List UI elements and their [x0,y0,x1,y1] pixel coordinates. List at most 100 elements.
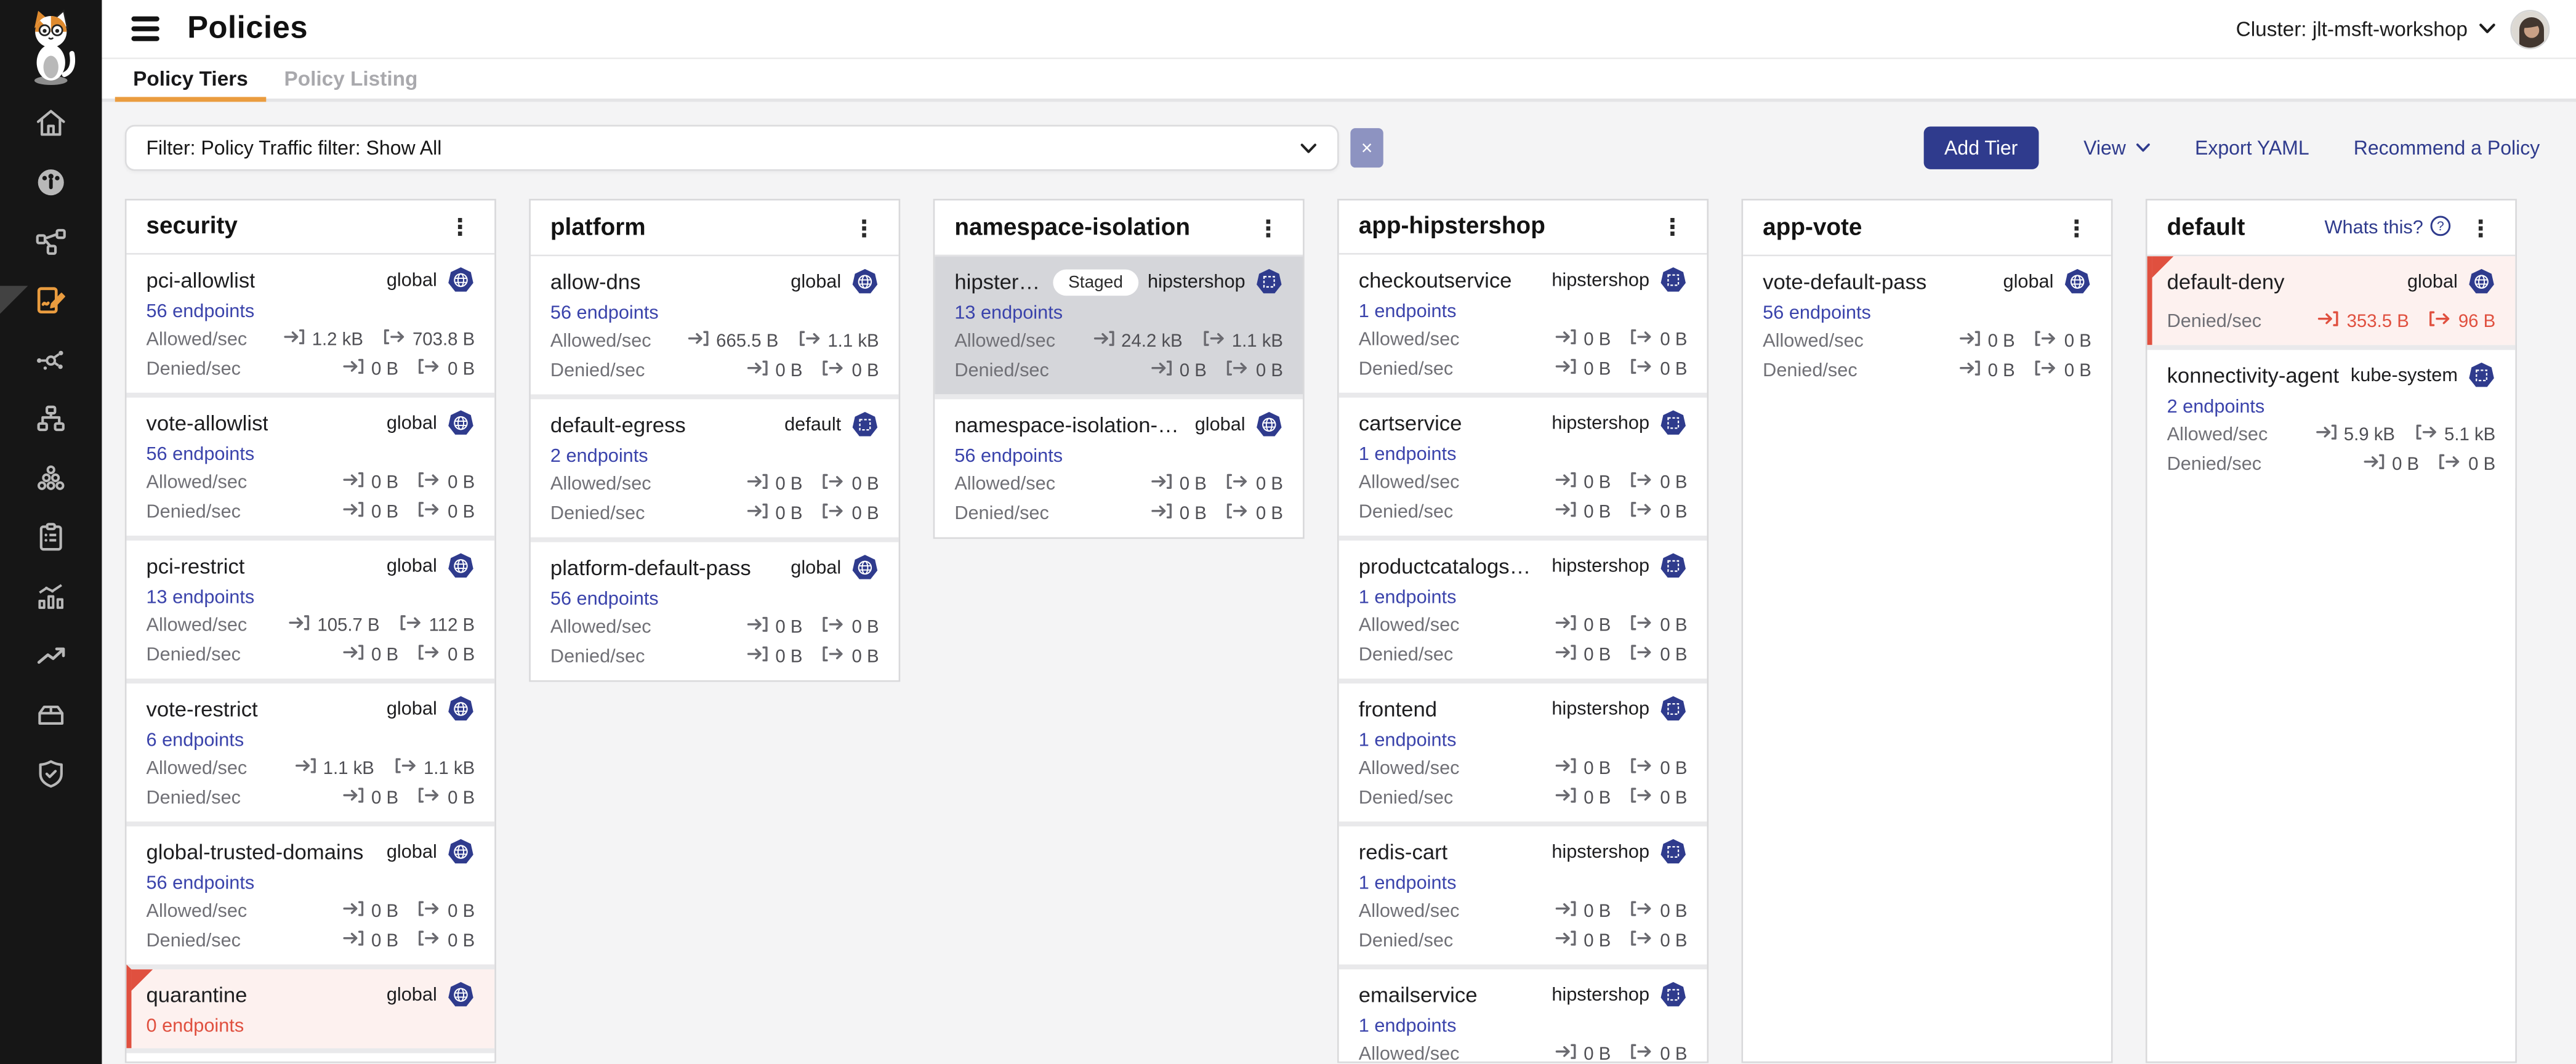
endpoints-link[interactable]: 13 endpoints [954,302,1063,325]
policy-card[interactable]: cartservicehipstershop1 endpointsAllowed… [1339,393,1707,536]
egress-value: 0 B [1630,358,1687,383]
endpoints-link[interactable]: 56 endpoints [146,873,254,895]
stat-label: Denied/sec [550,360,645,384]
policy-card[interactable]: pci-allowlistglobal56 endpointsAllowed/s… [126,255,494,393]
endpoints-link[interactable]: 1 endpoints [1359,587,1457,610]
egress-amount: 0 B [1256,473,1283,498]
export-yaml-button[interactable]: Export YAML [2195,136,2309,159]
endpoints-link[interactable]: 2 endpoints [2167,396,2265,419]
policy-name: quarantine [146,981,247,1008]
policy-card[interactable]: redis-carthipstershop1 endpointsAllowed/… [1339,821,1707,964]
tier-cards: pci-allowlistglobal56 endpointsAllowed/s… [126,255,494,1063]
policy-card[interactable]: productcatalogservicehipstershop1 endpoi… [1339,536,1707,679]
endpoints-link[interactable]: 56 endpoints [954,445,1063,468]
sidebar-item-home[interactable] [0,97,102,156]
policy-card[interactable]: checkoutservicehipstershop1 endpointsAll… [1339,255,1707,393]
stat-label: Denied/sec [2167,310,2262,335]
policy-scope-group: hipstershop [1552,695,1687,723]
traffic-stat-row: Allowed/sec0 B0 B [550,473,879,498]
sidebar-item-shield[interactable] [0,748,102,807]
endpoints-link[interactable]: 1 endpoints [1359,443,1457,466]
policy-traffic-filter-select[interactable]: Filter: Policy Traffic filter: Show All [125,125,1339,171]
policy-card[interactable]: frontendhipstershop1 endpointsAllowed/se… [1339,679,1707,821]
policy-card[interactable]: hipstershop-gh…Stagedhipstershop13 endpo… [935,256,1303,394]
sidebar-item-hierarchy[interactable] [0,393,102,452]
egress-value: 0 B [2439,453,2495,478]
tier-menu-icon[interactable]: ⋮ [850,216,879,239]
user-avatar[interactable] [2510,9,2550,49]
egress-amount: 0 B [448,501,475,526]
policy-card[interactable]: allow-dnsglobal56 endpointsAllowed/sec66… [531,256,899,394]
hamburger-menu-icon[interactable] [128,14,163,43]
sidebar-item-service-graph[interactable] [0,216,102,275]
ingress-amount: 0 B [2392,453,2419,478]
sidebar-item-trend[interactable] [0,629,102,688]
policy-scope-group: kube-system [2351,361,2495,389]
namespace-scope-icon [1659,981,1687,1009]
policy-card[interactable]: security-default-passglobal [126,1048,494,1063]
calico-cat-logo[interactable] [0,0,102,92]
policy-scope-group: hipstershop [1552,266,1687,294]
tab-policy-tiers[interactable]: Policy Tiers [115,59,266,102]
policy-card[interactable]: vote-allowlistglobal56 endpointsAllowed/… [126,393,494,536]
endpoints-link[interactable]: 0 endpoints [146,1015,244,1038]
tier-menu-icon[interactable]: ⋮ [2466,216,2495,239]
ingress-icon [746,646,768,671]
ingress-icon [1958,330,1981,355]
clear-filter-button[interactable]: × [1350,128,1383,167]
stat-label: Allowed/sec [1359,472,1460,496]
tab-policy-listing[interactable]: Policy Listing [266,59,436,102]
sidebar-item-dashboard[interactable] [0,156,102,215]
endpoints-link[interactable]: 6 endpoints [146,730,244,752]
add-tier-button[interactable]: Add Tier [1923,126,2039,169]
egress-icon [822,646,845,671]
endpoints-link[interactable]: 1 endpoints [1359,730,1457,752]
namespace-scope-icon [1659,409,1687,437]
endpoints-link[interactable]: 2 endpoints [550,445,648,468]
globe-scope-icon [1255,411,1283,438]
cluster-selector[interactable]: Cluster: jlt-msft-workshop [2236,17,2496,40]
policy-card[interactable]: vote-restrictglobal6 endpointsAllowed/se… [126,679,494,821]
view-menu-button[interactable]: View [2083,136,2151,159]
help-icon: ? [2430,214,2452,241]
sidebar-item-bar-chart[interactable] [0,570,102,629]
endpoints-link[interactable]: 56 endpoints [1763,302,1871,325]
policy-card[interactable]: konnectivity-agentkube-system2 endpoints… [2147,345,2516,488]
tier-menu-icon[interactable]: ⋮ [1657,216,1687,238]
ingress-value: 0 B [1958,330,2015,355]
policy-card[interactable]: pci-restrictglobal13 endpointsAllowed/se… [126,536,494,679]
policy-card[interactable]: global-trusted-domainsglobal56 endpoints… [126,821,494,964]
egress-icon [822,360,845,384]
ingress-value: 0 B [746,646,802,671]
stat-values: 0 B0 B [1554,787,1687,812]
endpoints-link[interactable]: 56 endpoints [550,302,659,325]
endpoints-link[interactable]: 56 endpoints [146,443,254,466]
endpoints-link[interactable]: 1 endpoints [1359,300,1457,323]
endpoints-link[interactable]: 1 endpoints [1359,1015,1457,1038]
tier-menu-icon[interactable]: ⋮ [2062,216,2091,239]
endpoints-link[interactable]: 13 endpoints [146,587,254,610]
policy-card[interactable]: quarantineglobal0 endpoints [126,964,494,1048]
policy-card[interactable]: platform-default-passglobal56 endpointsA… [531,538,899,680]
ingress-icon [1958,360,1981,384]
tier-menu-icon[interactable]: ⋮ [445,216,475,238]
egress-amount: 96 B [2458,310,2495,335]
policy-card[interactable]: emailservicehipstershop1 endpointsAllowe… [1339,964,1707,1063]
endpoints-link[interactable]: 56 endpoints [550,588,659,611]
sidebar-item-cluster[interactable] [0,452,102,511]
endpoints-link[interactable]: 1 endpoints [1359,873,1457,895]
endpoints-link[interactable]: 56 endpoints [146,300,254,323]
traffic-stat-row: Allowed/sec0 B0 B [1359,1043,1688,1063]
tier-menu-icon[interactable]: ⋮ [1254,216,1283,239]
policy-card[interactable]: default-denyglobalDenied/sec353.5 B96 B [2147,256,2516,345]
ingress-value: 0 B [746,473,802,498]
stat-values: 353.5 B96 B [2317,310,2496,335]
policy-card[interactable]: namespace-isolation-default-p…global56 e… [935,394,1303,537]
sidebar-item-package[interactable] [0,688,102,748]
sidebar-item-clipboard[interactable] [0,511,102,570]
sidebar-item-connections[interactable] [0,334,102,393]
recommend-policy-button[interactable]: Recommend a Policy [2354,136,2540,159]
whats-this-link[interactable]: Whats this?? [2325,214,2452,241]
policy-card[interactable]: default-egressdefault2 endpointsAllowed/… [531,394,899,537]
policy-card[interactable]: vote-default-passglobal56 endpointsAllow… [1743,256,2111,394]
